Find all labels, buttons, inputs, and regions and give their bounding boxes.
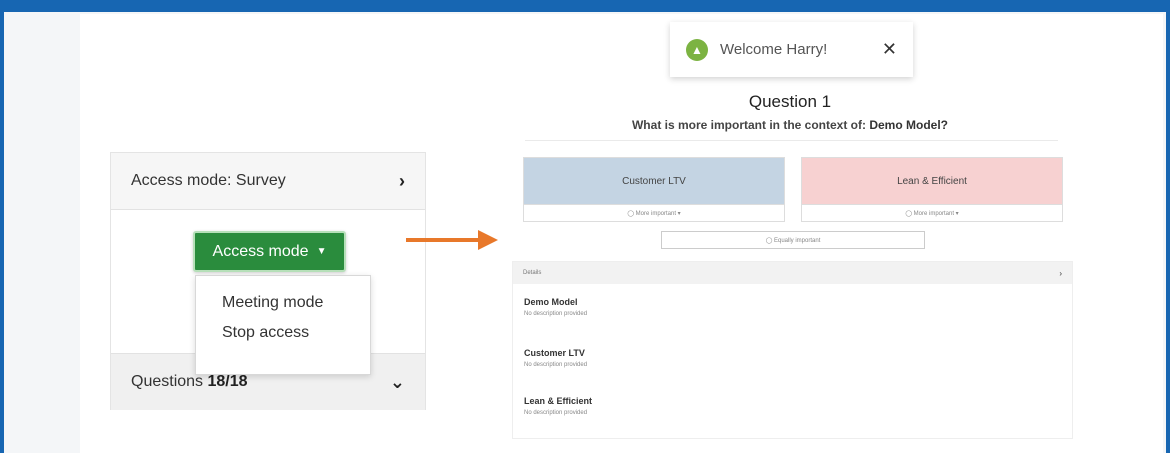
- details-item: Demo Model No description provided: [524, 297, 587, 317]
- details-item-name: Lean & Efficient: [524, 396, 593, 406]
- access-mode-dropdown: Meeting mode Stop access: [195, 275, 371, 375]
- divider: [525, 140, 1058, 141]
- choice-label: Customer LTV: [524, 158, 784, 204]
- toast-message: Welcome Harry!: [720, 41, 828, 58]
- equally-important-button[interactable]: ◯ Equally important: [661, 231, 925, 249]
- chevron-down-icon[interactable]: ⌄: [390, 372, 405, 393]
- details-item-desc: No description provided: [524, 410, 588, 416]
- caret-down-icon: ▼: [316, 246, 327, 257]
- chevron-right-icon[interactable]: ›: [399, 171, 405, 192]
- details-panel: Details › Demo Model No description prov…: [512, 261, 1073, 439]
- success-icon: ▲: [686, 38, 708, 61]
- details-header[interactable]: Details ›: [513, 262, 1072, 284]
- question-subtitle: What is more important in the context of…: [540, 118, 1040, 132]
- access-mode-header-label: Access mode: Survey: [131, 172, 286, 189]
- details-item-desc: No description provided: [524, 362, 588, 368]
- arrow-right-icon: [406, 230, 498, 250]
- choice-card-lean-efficient[interactable]: Lean & Efficient ◯ More important ▾: [801, 157, 1063, 222]
- access-mode-button-label: Access mode: [212, 242, 309, 260]
- more-important-select[interactable]: ◯ More important ▾: [802, 204, 1062, 221]
- menu-item-meeting-mode[interactable]: Meeting mode: [196, 290, 370, 320]
- welcome-toast: ▲ Welcome Harry! ✕: [670, 22, 913, 77]
- question-title: Question 1: [748, 92, 832, 111]
- details-item-name: Customer LTV: [524, 348, 585, 358]
- question-subtitle-model: Demo Model?: [869, 118, 949, 132]
- access-panel: Access mode: Survey › Access mode ▼ Ques…: [110, 152, 426, 410]
- more-important-select[interactable]: ◯ More important ▾: [524, 204, 784, 221]
- choice-label: Lean & Efficient: [802, 158, 1062, 204]
- access-mode-button[interactable]: Access mode ▼: [193, 231, 346, 272]
- questions-label-wrap: Questions 18/18: [131, 373, 390, 391]
- details-item-name: Demo Model: [524, 297, 578, 307]
- details-item: Customer LTV No description provided: [524, 348, 587, 368]
- questions-count: 18/18: [207, 373, 248, 390]
- question-subtitle-prefix: What is more important in the context of…: [631, 118, 866, 132]
- details-header-label: Details: [523, 270, 542, 276]
- chevron-right-icon[interactable]: ›: [1059, 269, 1062, 278]
- details-item-desc: No description provided: [524, 311, 588, 317]
- questions-label: Questions: [131, 373, 204, 390]
- close-icon[interactable]: ✕: [882, 39, 897, 60]
- menu-item-stop-access[interactable]: Stop access: [196, 320, 370, 350]
- access-mode-header[interactable]: Access mode: Survey ›: [111, 153, 425, 210]
- details-item: Lean & Efficient No description provided: [524, 396, 592, 416]
- choice-card-customer-ltv[interactable]: Customer LTV ◯ More important ▾: [523, 157, 785, 222]
